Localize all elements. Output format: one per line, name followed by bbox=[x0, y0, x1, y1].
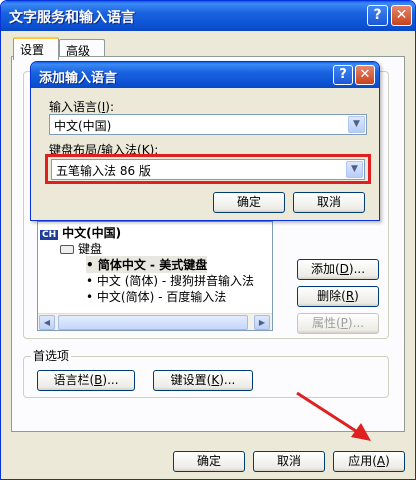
cancel-button[interactable]: 取消 bbox=[253, 451, 325, 472]
preferences-label: 首选项 bbox=[31, 347, 72, 364]
close-button[interactable]: ✕ bbox=[391, 5, 412, 26]
bullet-icon: • bbox=[86, 274, 97, 288]
list-item[interactable]: • 简体中文 - 美式键盘 bbox=[86, 256, 208, 273]
apply-button[interactable]: 应用(A) bbox=[333, 451, 405, 472]
scroll-left-icon[interactable]: ◀ bbox=[39, 315, 55, 330]
text-services-window: 文字服务和输入语言 ? ✕ 设置 高级 CH 中文(中国) 键盘 • 简体中文 -… bbox=[0, 0, 416, 480]
tab-settings[interactable]: 设置 bbox=[13, 37, 59, 60]
bullet-icon: • bbox=[86, 258, 98, 272]
add-button[interactable]: 添加(D)... bbox=[297, 259, 379, 280]
language-badge: CH bbox=[40, 230, 59, 240]
list-item-label: 简体中文 - 美式键盘 bbox=[97, 258, 208, 272]
window-title: 文字服务和输入语言 bbox=[9, 10, 135, 26]
category-label: 键盘 bbox=[78, 242, 103, 256]
category-row: 键盘 bbox=[60, 240, 102, 257]
scroll-right-icon[interactable]: ▶ bbox=[254, 315, 270, 330]
dialog-title: 添加输入语言 bbox=[39, 71, 118, 86]
add-input-language-dialog: 添加输入语言 ? ✕ 输入语言(I): 中文(中国) ▼ 键盘布局/输入法(K)… bbox=[30, 61, 380, 221]
dialog-help-button[interactable]: ? bbox=[333, 65, 353, 85]
bullet-icon: • bbox=[86, 290, 97, 304]
list-item-label: 中文 (简体) - 搜狗拼音输入法 bbox=[96, 274, 255, 288]
properties-button[interactable]: 属性(P)... bbox=[297, 313, 379, 334]
language-name: 中文(中国) bbox=[62, 226, 122, 240]
scroll-thumb[interactable] bbox=[58, 315, 248, 330]
keyboard-icon bbox=[60, 245, 74, 254]
horizontal-scrollbar[interactable]: ◀ ▶ bbox=[38, 313, 272, 330]
remove-button[interactable]: 删除(R) bbox=[297, 286, 379, 307]
list-item[interactable]: • 中文 (简体) - 搜狗拼音输入法 bbox=[86, 272, 254, 289]
language-bar-button[interactable]: 语言栏(B)... bbox=[37, 370, 135, 391]
language-row[interactable]: CH 中文(中国) bbox=[40, 224, 121, 241]
list-item[interactable]: • 中文(简体) - 百度输入法 bbox=[86, 288, 226, 305]
input-language-select[interactable]: 中文(中国) ▼ bbox=[49, 114, 367, 135]
chevron-down-icon[interactable]: ▼ bbox=[348, 116, 365, 133]
dialog-title-bar[interactable]: 添加输入语言 ? ✕ bbox=[31, 62, 379, 88]
ok-button[interactable]: 确定 bbox=[173, 451, 245, 472]
highlight-box bbox=[45, 154, 371, 184]
dialog-ok-button[interactable]: 确定 bbox=[213, 192, 285, 213]
list-item-label: 中文(简体) - 百度输入法 bbox=[96, 290, 227, 304]
help-button[interactable]: ? bbox=[367, 5, 388, 26]
dialog-close-button[interactable]: ✕ bbox=[355, 65, 375, 85]
key-settings-button[interactable]: 键设置(K)... bbox=[153, 370, 253, 391]
title-bar[interactable]: 文字服务和输入语言 ? ✕ bbox=[1, 1, 415, 31]
dialog-cancel-button[interactable]: 取消 bbox=[293, 192, 365, 213]
installed-services-list[interactable]: CH 中文(中国) 键盘 • 简体中文 - 美式键盘 • 中文 (简体) - 搜狗… bbox=[37, 221, 273, 331]
input-language-label: 输入语言(I): bbox=[49, 100, 114, 114]
